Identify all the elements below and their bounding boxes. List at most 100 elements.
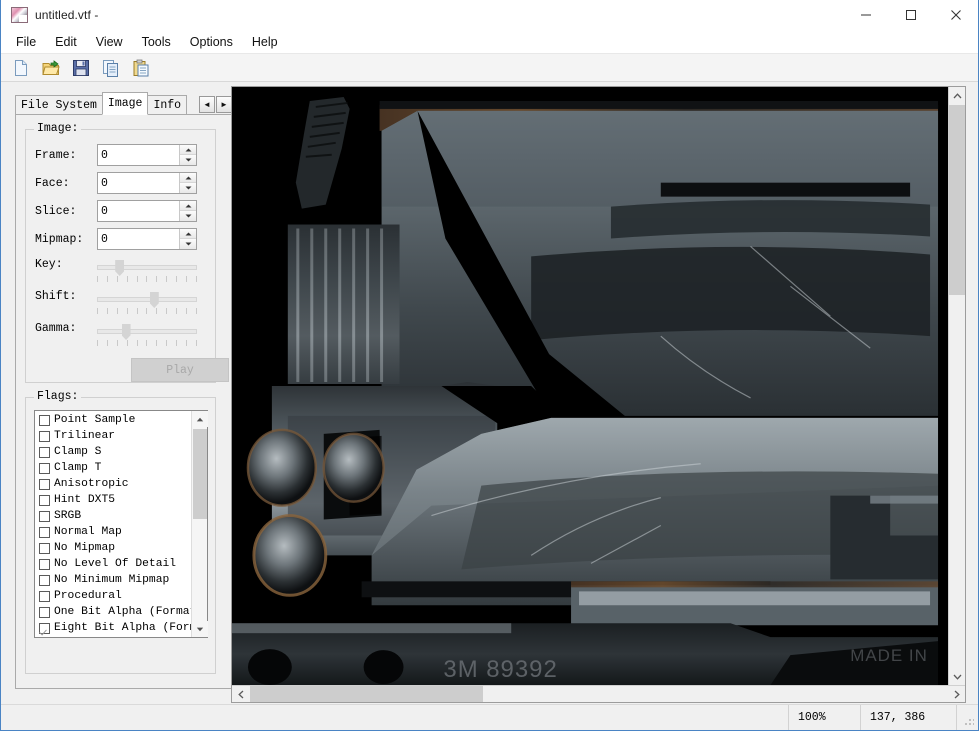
- flag-item[interactable]: No Mipmap: [35, 540, 191, 556]
- image-viewer: 3M 89392 MADE IN: [231, 86, 966, 703]
- flag-item[interactable]: Clamp S: [35, 444, 191, 460]
- tab-file-system[interactable]: File System: [15, 95, 103, 114]
- flags-scrollbar-thumb[interactable]: [193, 429, 207, 519]
- frame-input[interactable]: [98, 145, 179, 165]
- flag-checkbox[interactable]: [39, 430, 50, 442]
- flags-list[interactable]: Point Sample Trilinear Clamp S Clamp T Aniso…: [34, 410, 208, 638]
- close-button[interactable]: [933, 0, 978, 31]
- flag-checkbox[interactable]: [39, 542, 50, 554]
- flag-checkbox[interactable]: [39, 574, 50, 586]
- flag-item[interactable]: Point Sample: [35, 412, 191, 428]
- menu-options[interactable]: Options: [181, 32, 242, 52]
- frame-spin-buttons[interactable]: [179, 145, 196, 165]
- frame-stepper[interactable]: [97, 144, 197, 166]
- flag-checkbox[interactable]: [39, 478, 50, 490]
- texture-canvas[interactable]: 3M 89392 MADE IN: [232, 87, 948, 685]
- flag-item[interactable]: Clamp T: [35, 460, 191, 476]
- flag-item[interactable]: SRGB: [35, 508, 191, 524]
- paste-button[interactable]: [129, 56, 153, 80]
- slice-input[interactable]: [98, 201, 179, 221]
- copy-button[interactable]: [99, 56, 123, 80]
- menu-edit[interactable]: Edit: [46, 32, 86, 52]
- flag-checkbox[interactable]: [39, 526, 50, 538]
- flag-checkbox[interactable]: [39, 494, 50, 506]
- shift-slider-track[interactable]: [97, 297, 197, 302]
- shift-slider-thumb[interactable]: [149, 292, 159, 308]
- mipmap-spin-down-icon[interactable]: [180, 239, 196, 249]
- key-slider-track[interactable]: [97, 265, 197, 270]
- slice-spin-down-icon[interactable]: [180, 211, 196, 221]
- scroll-up-icon[interactable]: [949, 87, 965, 104]
- tab-scroll-buttons: ◄ ►: [199, 96, 232, 113]
- tab-scroll-left-button[interactable]: ◄: [199, 96, 215, 113]
- flag-item[interactable]: One Bit Alpha (Format: [35, 604, 191, 620]
- key-slider-row: Key:: [35, 258, 197, 288]
- face-spin-down-icon[interactable]: [180, 183, 196, 193]
- flag-item[interactable]: Normal Map: [35, 524, 191, 540]
- tab-info[interactable]: Info: [147, 95, 188, 114]
- slice-spin-up-icon[interactable]: [180, 201, 196, 211]
- flags-scrollbar[interactable]: [191, 411, 208, 637]
- image-horizontal-scrollbar[interactable]: [232, 685, 965, 702]
- key-slider-thumb[interactable]: [115, 260, 125, 276]
- face-spin-up-icon[interactable]: [180, 173, 196, 183]
- tab-scroll-right-button[interactable]: ►: [216, 96, 232, 113]
- scroll-left-icon[interactable]: [232, 686, 249, 703]
- slice-stepper[interactable]: [97, 200, 197, 222]
- key-slider[interactable]: [97, 258, 197, 286]
- play-button-label: Play: [166, 363, 194, 377]
- mipmap-stepper[interactable]: [97, 228, 197, 250]
- open-file-button[interactable]: [39, 56, 63, 80]
- frame-spin-down-icon[interactable]: [180, 155, 196, 165]
- face-stepper[interactable]: [97, 172, 197, 194]
- mipmap-input[interactable]: [98, 229, 179, 249]
- gamma-slider[interactable]: [97, 322, 197, 350]
- flag-checkbox[interactable]: [39, 414, 50, 426]
- flag-item[interactable]: Procedural: [35, 588, 191, 604]
- flag-item[interactable]: No Level Of Detail: [35, 556, 191, 572]
- menu-view[interactable]: View: [87, 32, 132, 52]
- flag-item[interactable]: Anisotropic: [35, 476, 191, 492]
- tab-image[interactable]: Image: [101, 92, 149, 115]
- flag-checkbox[interactable]: [39, 590, 50, 602]
- frame-spin-up-icon[interactable]: [180, 145, 196, 155]
- image-vertical-scrollbar-thumb[interactable]: [949, 105, 965, 295]
- menu-help[interactable]: Help: [243, 32, 287, 52]
- menu-file[interactable]: File: [7, 32, 45, 52]
- image-horizontal-scrollbar-thumb[interactable]: [250, 686, 483, 702]
- flag-label: No Mipmap: [54, 542, 116, 554]
- maximize-button[interactable]: [888, 0, 933, 31]
- save-file-button[interactable]: [69, 56, 93, 80]
- flag-checkbox[interactable]: [39, 558, 50, 570]
- flag-item[interactable]: Eight Bit Alpha (Form: [35, 620, 191, 636]
- gamma-slider-thumb[interactable]: [121, 324, 131, 340]
- flag-checkbox[interactable]: [39, 606, 50, 618]
- scroll-down-icon[interactable]: [949, 668, 965, 685]
- flag-item[interactable]: No Minimum Mipmap: [35, 572, 191, 588]
- flag-checkbox[interactable]: [39, 462, 50, 474]
- face-input[interactable]: [98, 173, 179, 193]
- new-file-button[interactable]: [9, 56, 33, 80]
- flag-checkbox[interactable]: [39, 446, 50, 458]
- title-bar: untitled.vtf -: [0, 0, 979, 30]
- resize-grip-icon[interactable]: [956, 705, 978, 730]
- texture-marking-2: MADE IN: [850, 646, 928, 665]
- face-spin-buttons[interactable]: [179, 173, 196, 193]
- mipmap-spin-up-icon[interactable]: [180, 229, 196, 239]
- flag-item[interactable]: Hint DXT5: [35, 492, 191, 508]
- menu-tools[interactable]: Tools: [133, 32, 180, 52]
- flag-checkbox[interactable]: [39, 622, 50, 634]
- shift-slider[interactable]: [97, 290, 197, 318]
- flag-label: Hint DXT5: [54, 494, 116, 506]
- flag-item[interactable]: Trilinear: [35, 428, 191, 444]
- slice-spin-buttons[interactable]: [179, 201, 196, 221]
- image-vertical-scrollbar[interactable]: [948, 87, 965, 685]
- flags-scroll-up-icon[interactable]: [192, 411, 208, 427]
- flag-checkbox[interactable]: [39, 510, 50, 522]
- minimize-button[interactable]: [843, 0, 888, 31]
- scroll-right-icon[interactable]: [948, 686, 965, 703]
- mipmap-spin-buttons[interactable]: [179, 229, 196, 249]
- play-button[interactable]: Play: [131, 358, 229, 382]
- gamma-slider-track[interactable]: [97, 329, 197, 334]
- flags-scroll-down-icon[interactable]: [192, 621, 208, 637]
